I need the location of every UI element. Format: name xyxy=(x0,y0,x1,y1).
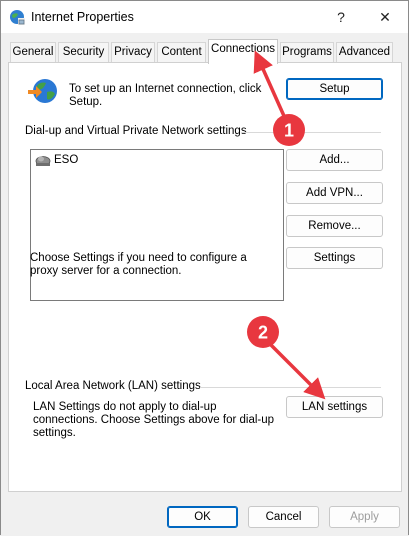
tab-connections[interactable]: Connections xyxy=(208,39,278,64)
tab-content[interactable]: Content xyxy=(157,42,206,62)
tab-programs[interactable]: Programs xyxy=(280,42,334,62)
setup-description: To set up an Internet connection, click … xyxy=(69,83,262,108)
lan-settings-button[interactable]: LAN settings xyxy=(286,396,383,418)
remove-button[interactable]: Remove... xyxy=(286,215,383,237)
proxy-description: Choose Settings if you need to configure… xyxy=(30,252,247,277)
help-button[interactable]: ? xyxy=(318,1,364,33)
connections-tab-panel: To set up an Internet connection, click … xyxy=(8,62,402,492)
connection-name: ESO xyxy=(54,154,79,166)
lan-description: LAN Settings do not apply to dial-up con… xyxy=(33,401,275,439)
title-bar[interactable]: Internet Properties ? ✕ xyxy=(1,1,408,33)
add-vpn-button[interactable]: Add VPN... xyxy=(286,182,383,204)
apply-button[interactable]: Apply xyxy=(329,506,400,528)
setup-button[interactable]: Setup xyxy=(286,78,383,100)
tab-privacy[interactable]: Privacy xyxy=(111,42,155,62)
list-item[interactable]: ESO xyxy=(35,153,78,167)
dialog-footer: OK Cancel Apply xyxy=(1,492,408,536)
tab-general[interactable]: General xyxy=(10,42,56,62)
tab-advanced[interactable]: Advanced xyxy=(336,42,393,62)
dialup-vpn-heading: Dial-up and Virtual Private Network sett… xyxy=(25,125,247,137)
internet-connection-icon xyxy=(28,79,57,103)
connections-list[interactable]: ESO xyxy=(30,149,284,301)
lan-divider xyxy=(200,387,381,388)
window-title: Internet Properties xyxy=(31,10,134,24)
add-button[interactable]: Add... xyxy=(286,149,383,171)
close-button[interactable]: ✕ xyxy=(362,1,408,33)
dialup-divider xyxy=(241,132,381,133)
internet-properties-dialog: Internet Properties ? ✕ General Security… xyxy=(0,0,409,536)
internet-options-icon xyxy=(10,10,25,25)
network-connection-icon xyxy=(35,156,51,166)
lan-heading: Local Area Network (LAN) settings xyxy=(25,380,201,392)
cancel-button[interactable]: Cancel xyxy=(248,506,319,528)
settings-button[interactable]: Settings xyxy=(286,247,383,269)
tab-security[interactable]: Security xyxy=(58,42,109,62)
ok-button[interactable]: OK xyxy=(167,506,238,528)
